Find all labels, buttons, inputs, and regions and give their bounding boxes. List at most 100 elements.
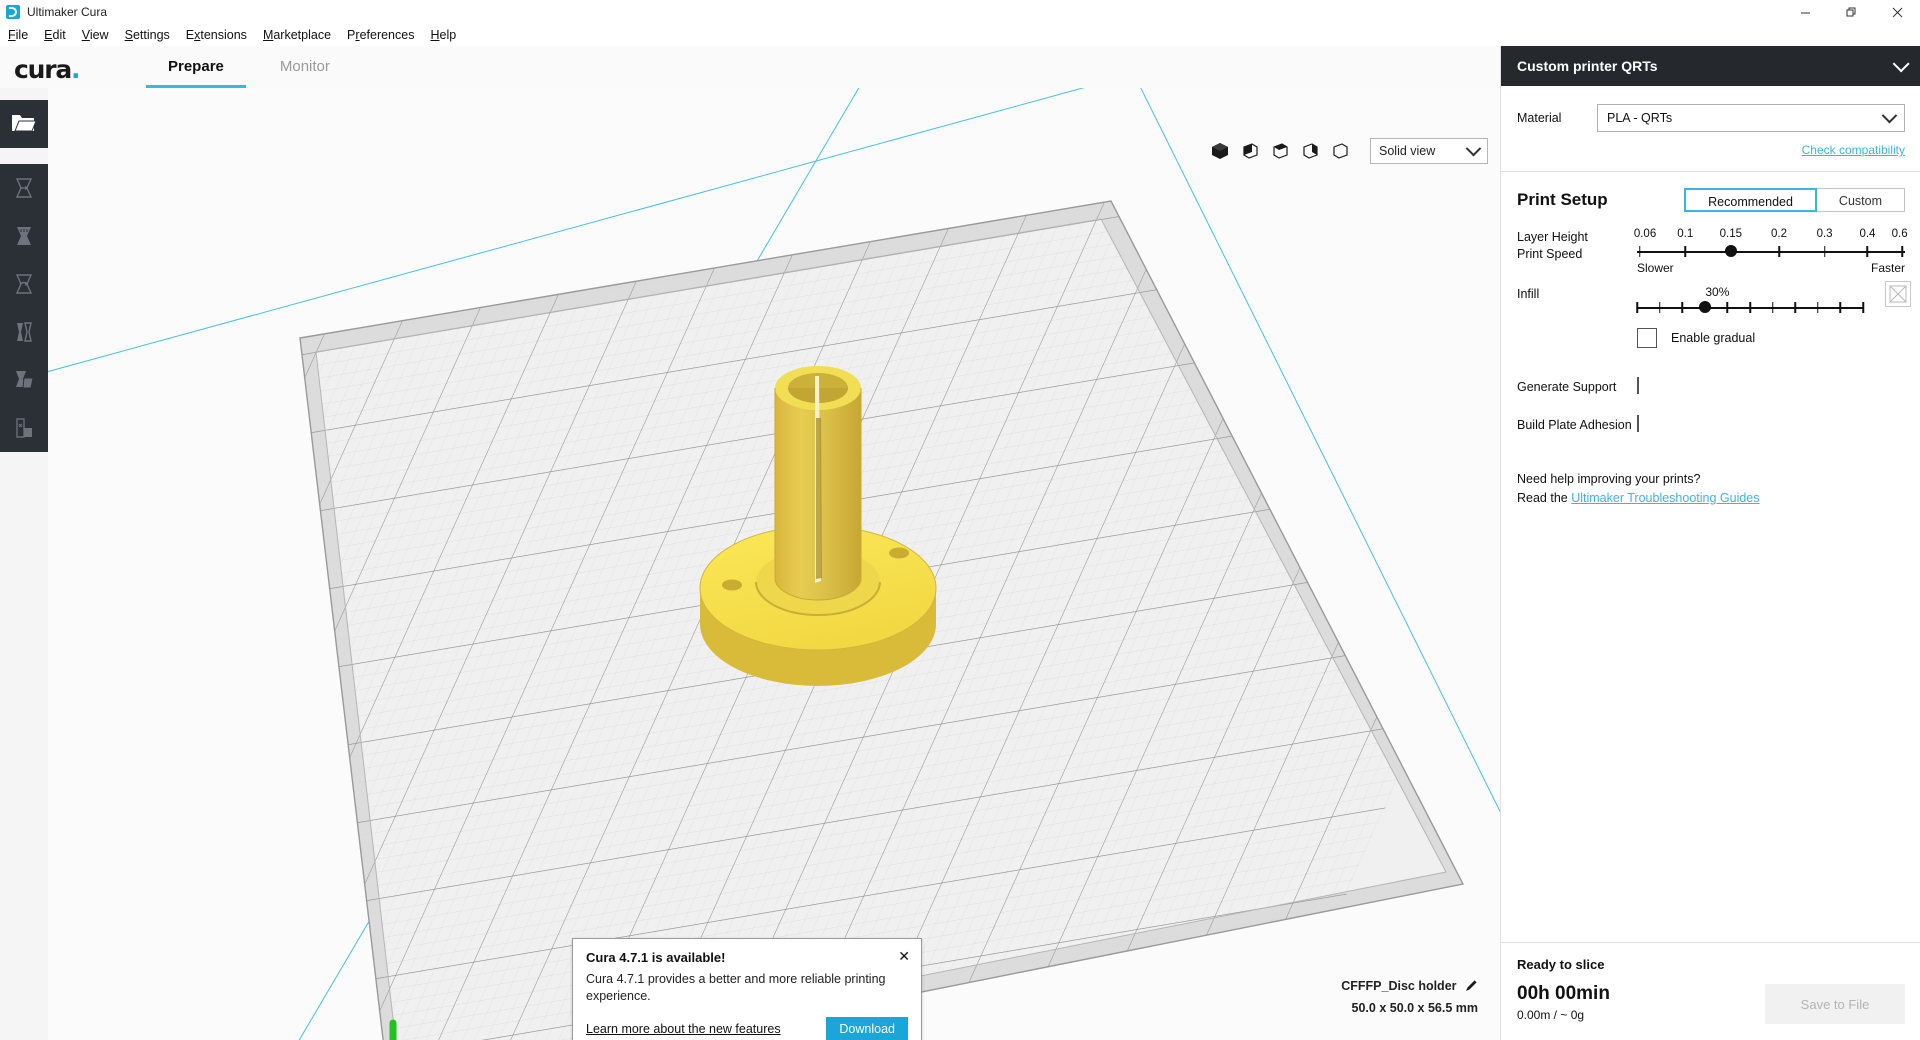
chevron-down-icon	[1465, 140, 1482, 156]
layer-height-control[interactable]: 0.06 0.1 0.15 0.2 0.3 0.4 0.6 Slower Fas…	[1634, 228, 1908, 275]
slider-tick	[1681, 302, 1683, 313]
rotate-tool-icon	[12, 272, 36, 296]
menu-help[interactable]: Help	[422, 24, 464, 46]
notification-title: Cura 4.7.1 is available!	[586, 950, 726, 965]
cura-application-window: Ultimaker Cura File Edit View Settings E…	[0, 0, 1920, 1040]
lh-tick-3: 0.2	[1771, 228, 1788, 240]
layer-height-slider[interactable]	[1637, 245, 1905, 259]
menu-marketplace[interactable]: Marketplace	[255, 24, 339, 46]
view-front-icon[interactable]	[1240, 141, 1260, 161]
menu-settings[interactable]: Settings	[117, 24, 178, 46]
enable-gradual-label: Enable gradual	[1671, 331, 1756, 345]
build-plate-scene	[48, 88, 1500, 1040]
enable-gradual-row: Enable gradual	[1637, 328, 1905, 348]
update-notification: ✕ Cura 4.7.1 is available! Cura 4.7.1 pr…	[572, 938, 922, 1040]
material-value: PLA - QRTs	[1607, 111, 1673, 125]
view-mode-value: Solid view	[1379, 144, 1436, 158]
tab-monitor[interactable]: Monitor	[252, 46, 358, 88]
view-mode-dropdown[interactable]: Solid view	[1370, 138, 1488, 164]
generate-support-row: Generate Support	[1517, 377, 1905, 394]
material-row: Material PLA - QRTs	[1501, 86, 1920, 132]
mode-recommended-button[interactable]: Recommended	[1684, 188, 1817, 212]
slider-tick	[1823, 246, 1826, 257]
notification-download-button[interactable]: Download	[826, 1016, 908, 1040]
build-plate-adhesion-label: Build Plate Adhesion	[1517, 418, 1632, 432]
slider-tick	[1684, 246, 1686, 257]
tool-sidebar	[0, 88, 48, 1040]
mode-custom-button[interactable]: Custom	[1816, 188, 1905, 212]
menu-edit[interactable]: Edit	[36, 24, 74, 46]
title-bar: Ultimaker Cura	[0, 0, 1920, 24]
infill-value: 30%	[1705, 285, 1730, 299]
lh-tick-2: 0.15	[1719, 228, 1742, 240]
main-tabs: Prepare Monitor	[140, 46, 358, 88]
scale-tool-icon	[12, 224, 36, 248]
view-left-icon[interactable]	[1300, 141, 1320, 161]
chevron-down-icon[interactable]	[1892, 55, 1910, 73]
save-to-file-button[interactable]: Save to File	[1765, 984, 1905, 1024]
slider-tick	[1839, 302, 1842, 313]
close-button[interactable]	[1874, 0, 1920, 24]
material-label: Material	[1517, 111, 1562, 125]
slider-tick	[1866, 246, 1869, 257]
infill-row: Infill 30% Enable gradual	[1517, 281, 1911, 348]
notification-close-icon[interactable]: ✕	[898, 949, 910, 963]
support-blocker-icon	[12, 416, 36, 440]
infill-control[interactable]: 30% Enable gradual	[1636, 281, 1911, 348]
menu-file[interactable]: File	[0, 24, 36, 46]
sidebar-item-move[interactable]	[0, 164, 48, 212]
slider-tick	[1638, 246, 1641, 257]
notification-learn-more-link[interactable]: Learn more about the new features	[586, 1022, 781, 1036]
lh-tick-4: 0.3	[1816, 228, 1833, 240]
sidebar-item-scale[interactable]	[0, 212, 48, 260]
slice-status: Ready to slice	[1517, 957, 1605, 972]
slice-estimates: 00h 00min 0.00m / ~ 0g	[1517, 983, 1610, 1022]
view-3d-icon[interactable]	[1210, 141, 1230, 161]
model-name-row: CFFFP_Disc holder	[1341, 977, 1478, 998]
view-top-icon[interactable]	[1270, 141, 1290, 161]
sidebar-item-mirror[interactable]	[0, 308, 48, 356]
pencil-icon[interactable]	[1465, 979, 1478, 998]
material-dropdown[interactable]: PLA - QRTs	[1597, 104, 1905, 132]
window-title: Ultimaker Cura	[27, 5, 108, 19]
help-block: Need help improving your prints? Read th…	[1501, 470, 1920, 508]
sidebar-item-per-model-settings[interactable]	[0, 356, 48, 404]
generate-support-checkbox[interactable]	[1637, 377, 1639, 394]
menu-view[interactable]: View	[74, 24, 117, 46]
troubleshooting-guides-link[interactable]: Ultimaker Troubleshooting Guides	[1571, 491, 1759, 505]
right-settings-panel: Custom printer QRTs Material PLA - QRTs …	[1500, 46, 1920, 1040]
help-line-2-prefix: Read the	[1517, 490, 1572, 505]
minimize-button[interactable]	[1782, 0, 1828, 24]
help-line-2: Read the Ultimaker Troubleshooting Guide…	[1517, 489, 1905, 508]
infill-cross-pattern-icon[interactable]	[1885, 281, 1911, 307]
infill-slider[interactable]	[1636, 301, 1864, 315]
printer-header[interactable]: Custom printer QRTs	[1501, 46, 1920, 86]
print-setup-title: Print Setup	[1517, 190, 1608, 209]
build-plate-adhesion-row: Build Plate Adhesion	[1517, 415, 1905, 432]
infill-slider-handle[interactable]	[1698, 301, 1711, 313]
maximize-restore-button[interactable]	[1828, 0, 1874, 24]
menu-file-rest: ile	[15, 28, 29, 42]
menu-preferences[interactable]: Preferences	[339, 24, 422, 46]
sidebar-tools	[0, 164, 48, 452]
3d-viewport[interactable]: Solid view CFFFP_Disc holder 50.0 x 50.0…	[48, 88, 1500, 1040]
enable-gradual-checkbox[interactable]	[1637, 328, 1657, 348]
sidebar-item-support-blocker[interactable]	[0, 404, 48, 452]
view-right-icon[interactable]	[1330, 141, 1350, 161]
window-controls	[1782, 0, 1920, 24]
slider-tick	[1862, 302, 1864, 313]
infill-label: Infill	[1517, 287, 1540, 301]
build-plate-adhesion-checkbox[interactable]	[1637, 415, 1639, 432]
print-speed-labels: Slower Faster	[1637, 261, 1905, 275]
menu-extensions[interactable]: Extensions	[178, 24, 255, 46]
print-speed-faster: Faster	[1870, 261, 1905, 275]
menu-bar: File Edit View Settings Extensions Marke…	[0, 24, 1920, 47]
sidebar-item-open-file[interactable]	[0, 100, 48, 148]
tab-prepare[interactable]: Prepare	[140, 46, 252, 88]
sidebar-item-rotate[interactable]	[0, 260, 48, 308]
layer-height-slider-handle[interactable]	[1724, 245, 1737, 257]
notification-body: Cura 4.7.1 provides a better and more re…	[586, 972, 886, 1003]
check-compatibility-link[interactable]: Check compatibility	[1802, 143, 1905, 157]
infill-value-wrap: 30%	[1637, 285, 1905, 300]
cura-wordmark-text: cura	[14, 55, 72, 84]
